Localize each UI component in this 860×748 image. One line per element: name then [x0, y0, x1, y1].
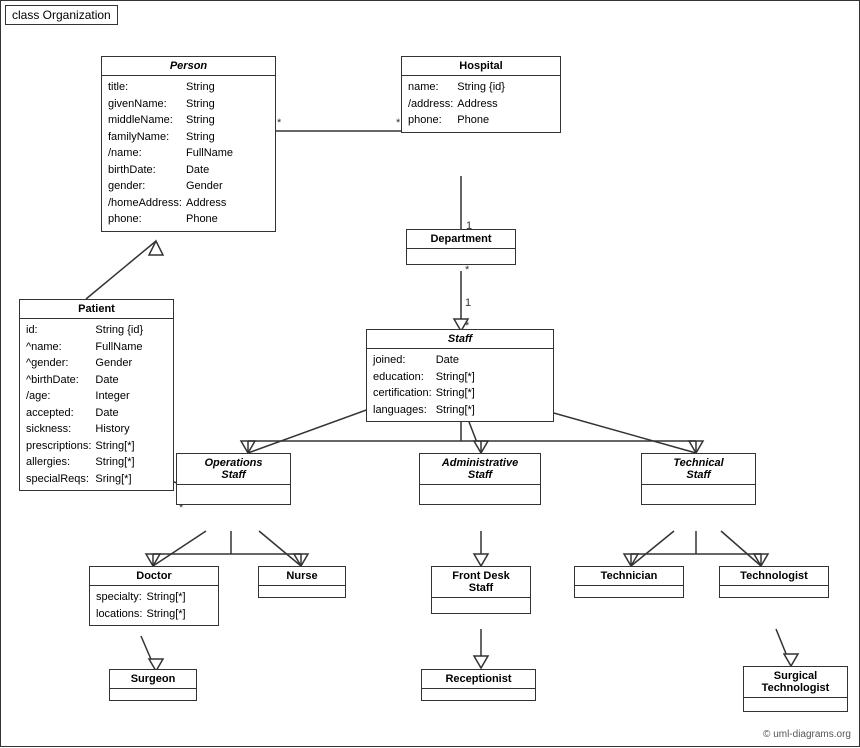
hospital-attrs: name:String {id} /address:Address phone:…	[402, 76, 560, 132]
nurse-class: Nurse	[258, 566, 346, 598]
hospital-title: Hospital	[402, 57, 560, 76]
department-class: Department	[406, 229, 516, 265]
surgical-technologist-class: Surgical Technologist	[743, 666, 848, 712]
uml-diagram: class Organization	[0, 0, 860, 747]
surgeon-title: Surgeon	[110, 670, 196, 689]
technical-staff-title: Technical Staff	[642, 454, 755, 485]
technician-class: Technician	[574, 566, 684, 598]
person-title: Person	[102, 57, 275, 76]
front-desk-staff-class: Front Desk Staff	[431, 566, 531, 614]
administrative-staff-class: Administrative Staff	[419, 453, 541, 505]
person-attrs: title:String givenName:String middleName…	[102, 76, 275, 231]
receptionist-class: Receptionist	[421, 669, 536, 701]
technologist-title: Technologist	[720, 567, 828, 586]
department-title: Department	[407, 230, 515, 249]
staff-title: Staff	[367, 330, 553, 349]
doctor-title: Doctor	[90, 567, 218, 586]
surgeon-class: Surgeon	[109, 669, 197, 701]
staff-attrs: joined:Date education:String[*] certific…	[367, 349, 553, 421]
receptionist-title: Receptionist	[422, 670, 535, 689]
front-desk-staff-title: Front Desk Staff	[432, 567, 530, 598]
svg-text:*: *	[465, 264, 470, 276]
patient-attrs: id:String {id} ^name:FullName ^gender:Ge…	[20, 319, 173, 490]
person-class: Person title:String givenName:String mid…	[101, 56, 276, 232]
hospital-class: Hospital name:String {id} /address:Addre…	[401, 56, 561, 133]
svg-text:*: *	[277, 117, 282, 129]
surgical-technologist-title: Surgical Technologist	[744, 667, 847, 698]
svg-text:1: 1	[465, 297, 471, 309]
patient-class: Patient id:String {id} ^name:FullName ^g…	[19, 299, 174, 491]
technical-staff-class: Technical Staff	[641, 453, 756, 505]
patient-title: Patient	[20, 300, 173, 319]
staff-class: Staff joined:Date education:String[*] ce…	[366, 329, 554, 422]
technologist-class: Technologist	[719, 566, 829, 598]
operations-staff-title: Operations Staff	[177, 454, 290, 485]
copyright: © uml-diagrams.org	[763, 729, 851, 740]
administrative-staff-title: Administrative Staff	[420, 454, 540, 485]
technician-title: Technician	[575, 567, 683, 586]
diagram-title: class Organization	[5, 5, 118, 25]
doctor-class: Doctor specialty:String[*] locations:Str…	[89, 566, 219, 626]
nurse-title: Nurse	[259, 567, 345, 586]
operations-staff-class: Operations Staff	[176, 453, 291, 505]
doctor-attrs: specialty:String[*] locations:String[*]	[90, 586, 218, 625]
